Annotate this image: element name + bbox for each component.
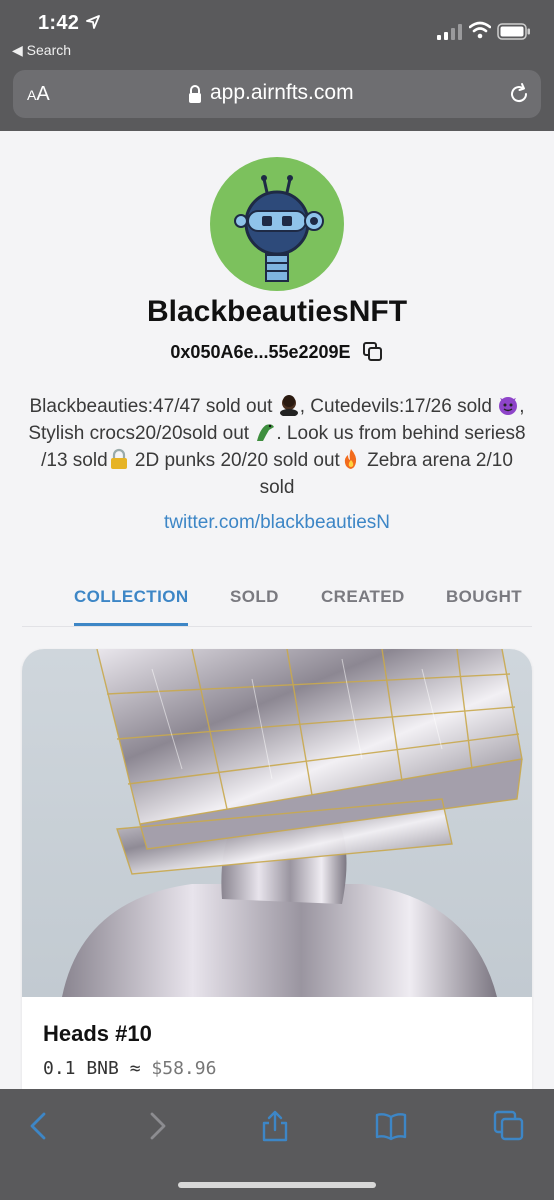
- browser-top-chrome: 1:42 ◀ Search AA app.airnfts.com: [0, 0, 554, 131]
- nft-image[interactable]: [22, 649, 532, 997]
- copy-icon[interactable]: [362, 341, 384, 363]
- chevron-right-icon[interactable]: [140, 1109, 174, 1143]
- page-content: BlackbeautiesNFT 0x050A6e...55e2209E Bla…: [0, 131, 554, 1089]
- wallet-address-row: 0x050A6e...55e2209E: [0, 341, 554, 363]
- twitter-link[interactable]: twitter.com/blackbeautiesN: [0, 512, 554, 534]
- home-indicator[interactable]: [178, 1182, 376, 1188]
- lock-emoji-icon: [110, 448, 127, 469]
- status-time: 1:42: [38, 12, 80, 34]
- fire-emoji-icon: [344, 449, 356, 469]
- back-to-app-link[interactable]: ◀ Search: [12, 42, 71, 59]
- profile-tabs: COLLECTION SOLD CREATED BOUGHT: [22, 577, 532, 627]
- robot-avatar-icon: [234, 175, 324, 282]
- lock-icon: [189, 85, 201, 103]
- nft-price-usd: $58.96: [151, 1058, 217, 1079]
- text-size-button[interactable]: AA: [27, 83, 50, 106]
- person-emoji-icon: [279, 395, 298, 416]
- book-icon[interactable]: [374, 1109, 408, 1143]
- profile-bio: Blackbeauties:47/47 sold out , Cutedevil…: [28, 395, 526, 498]
- url-text: app.airnfts.com: [210, 81, 354, 104]
- cellular-signal-icon: [437, 24, 462, 40]
- location-arrow-icon: [86, 15, 100, 29]
- tab-created[interactable]: CREATED: [321, 587, 405, 607]
- nft-title[interactable]: Heads #10: [43, 1021, 152, 1047]
- share-icon[interactable]: [258, 1109, 292, 1143]
- wallet-address: 0x050A6e...55e2209E: [170, 342, 351, 362]
- address-bar[interactable]: AA app.airnfts.com: [13, 70, 541, 118]
- active-tab-indicator: [74, 623, 188, 626]
- wifi-icon: [469, 21, 491, 39]
- reload-icon[interactable]: [507, 82, 531, 106]
- profile-name: BlackbeautiesNFT: [146, 295, 408, 328]
- nft-card[interactable]: Heads #10 0.1 BNB ≈ $58.96: [22, 649, 532, 1089]
- battery-icon: [497, 23, 530, 40]
- tab-collection[interactable]: COLLECTION: [74, 587, 189, 607]
- profile-avatar: [210, 157, 344, 291]
- crocodile-emoji-icon: [257, 424, 275, 441]
- tab-sold[interactable]: SOLD: [230, 587, 279, 607]
- devil-emoji-icon: [499, 397, 518, 415]
- tab-bought[interactable]: BOUGHT: [446, 587, 522, 607]
- nft-price: 0.1 BNB ≈ $58.96: [43, 1058, 217, 1079]
- tabs-icon[interactable]: [492, 1109, 526, 1143]
- chevron-left-icon[interactable]: [22, 1109, 56, 1143]
